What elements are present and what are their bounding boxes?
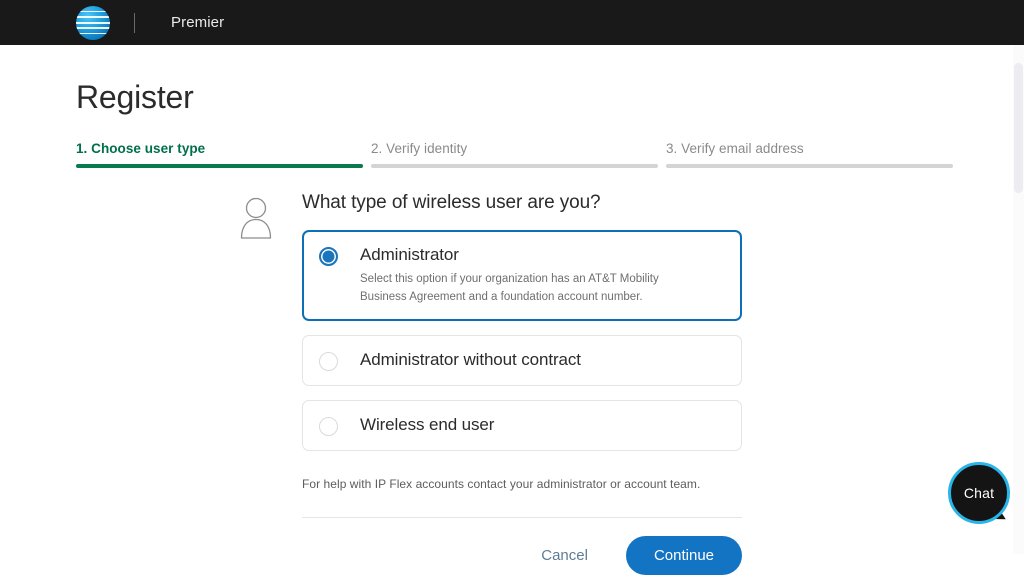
option-description: Select this option if your organization … — [360, 272, 659, 303]
step-progress-bar — [371, 164, 658, 169]
person-icon — [240, 198, 272, 239]
step-progress-bar — [666, 164, 953, 169]
option-wireless-end-user[interactable]: Wireless end user — [302, 400, 742, 452]
option-body: Administrator Select this option if your… — [360, 245, 690, 306]
top-header-bar: Premier — [0, 0, 1024, 45]
chat-label: Chat — [963, 485, 995, 501]
step-verify-email-address[interactable]: 3. Verify email address — [666, 141, 961, 169]
option-administrator[interactable]: Administrator Select this option if your… — [302, 230, 742, 322]
step-label: 3. Verify email address — [666, 141, 804, 157]
registration-stepper: 1. Choose user type 2. Verify identity 3… — [76, 141, 962, 169]
brand-name: Premier — [171, 14, 225, 31]
avatar-column — [76, 192, 302, 575]
radio-wireless-end-user[interactable] — [319, 417, 338, 437]
page-content: Register 1. Choose user type 2. Verify i… — [0, 79, 1024, 575]
cancel-button[interactable]: Cancel — [531, 539, 598, 572]
step-choose-user-type[interactable]: 1. Choose user type — [76, 141, 371, 169]
step-verify-identity[interactable]: 2. Verify identity — [371, 141, 666, 169]
radio-administrator-without-contract[interactable] — [319, 352, 338, 372]
form-question: What type of wireless user are you? — [302, 192, 601, 214]
chat-widget-button[interactable]: Chat — [948, 462, 1010, 524]
step-progress-bar — [76, 164, 363, 169]
radio-administrator[interactable] — [319, 247, 338, 267]
att-globe-logo[interactable] — [76, 5, 110, 40]
scrollbar-thumb[interactable] — [1014, 63, 1023, 193]
option-body: Administrator without contract — [360, 350, 581, 370]
form-column: What type of wireless user are you? Admi… — [302, 192, 742, 575]
help-text: For help with IP Flex accounts contact y… — [302, 477, 701, 492]
option-administrator-without-contract[interactable]: Administrator without contract — [302, 335, 742, 387]
step-label: 1. Choose user type — [76, 141, 206, 157]
option-title: Wireless end user — [360, 415, 495, 435]
footer-divider — [302, 517, 742, 519]
continue-button[interactable]: Continue — [625, 536, 742, 575]
header-divider — [134, 12, 135, 33]
page-scrollbar[interactable] — [1013, 45, 1024, 554]
user-type-form: What type of wireless user are you? Admi… — [76, 192, 948, 575]
option-title: Administrator without contract — [360, 350, 581, 370]
step-label: 2. Verify identity — [371, 141, 468, 157]
page-title: Register — [76, 79, 194, 115]
option-title: Administrator — [360, 245, 459, 265]
option-body: Wireless end user — [360, 415, 494, 435]
form-actions: Cancel Continue — [302, 536, 742, 575]
chat-bubble-icon: Chat — [948, 462, 1010, 524]
